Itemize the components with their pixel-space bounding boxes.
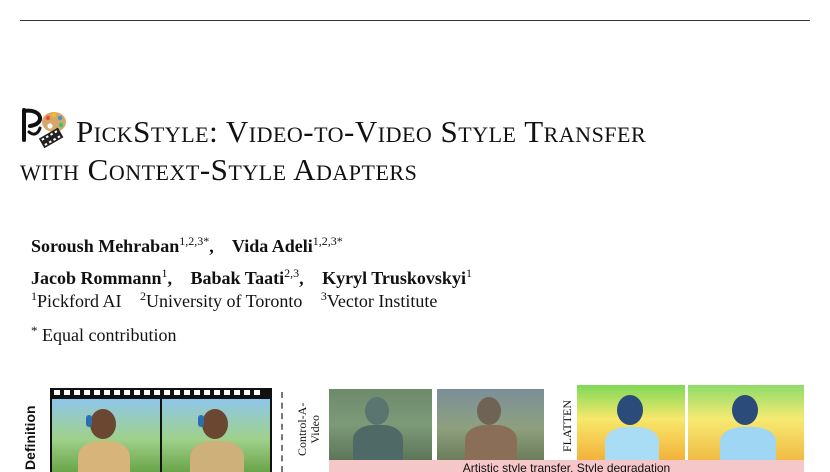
figure-row-label: Definition	[22, 405, 38, 470]
figure-divider	[281, 392, 283, 472]
film-frame	[52, 399, 160, 472]
method-label-flatten: FLATTEN	[560, 400, 574, 452]
result-frame	[577, 385, 685, 460]
result-frame	[437, 389, 544, 460]
input-video-filmstrip	[50, 388, 272, 472]
pickstyle-logo-icon	[22, 108, 66, 149]
top-rule	[20, 20, 810, 21]
palette-icon	[42, 112, 66, 132]
affiliation: 1Pickford AI	[31, 289, 122, 311]
film-frame	[162, 399, 270, 472]
affiliation: 2University of Toronto	[140, 289, 303, 311]
sprocket-row-top	[54, 390, 268, 396]
title-line-1: PickStyle: Video-to-Video Style Transfer	[76, 114, 647, 149]
method-label-control-a-video: Control-A- Video	[295, 402, 322, 456]
affiliation-list: 1Pickford AI 2University of Toronto 3Vec…	[31, 289, 451, 312]
author: Kyryl Truskovskyi1	[322, 266, 472, 288]
author: Jacob Rommann1,	[31, 266, 173, 288]
result-frame	[688, 385, 804, 460]
result-frame	[329, 389, 432, 460]
affiliation: 3Vector Institute	[320, 289, 438, 311]
author: Babak Taati2,3,	[190, 266, 304, 288]
style-degradation-banner: Artistic style transfer, Style degradati…	[329, 460, 804, 472]
title-line-2: with Context-Style Adapters	[20, 152, 418, 187]
author-list: Soroush Mehraban1,2,3*, Vida Adeli1,2,3*…	[31, 228, 486, 292]
author: Vida Adeli1,2,3*	[231, 234, 343, 256]
equal-contribution-note: * Equal contribution	[31, 323, 177, 345]
author: Soroush Mehraban1,2,3*,	[31, 234, 214, 256]
